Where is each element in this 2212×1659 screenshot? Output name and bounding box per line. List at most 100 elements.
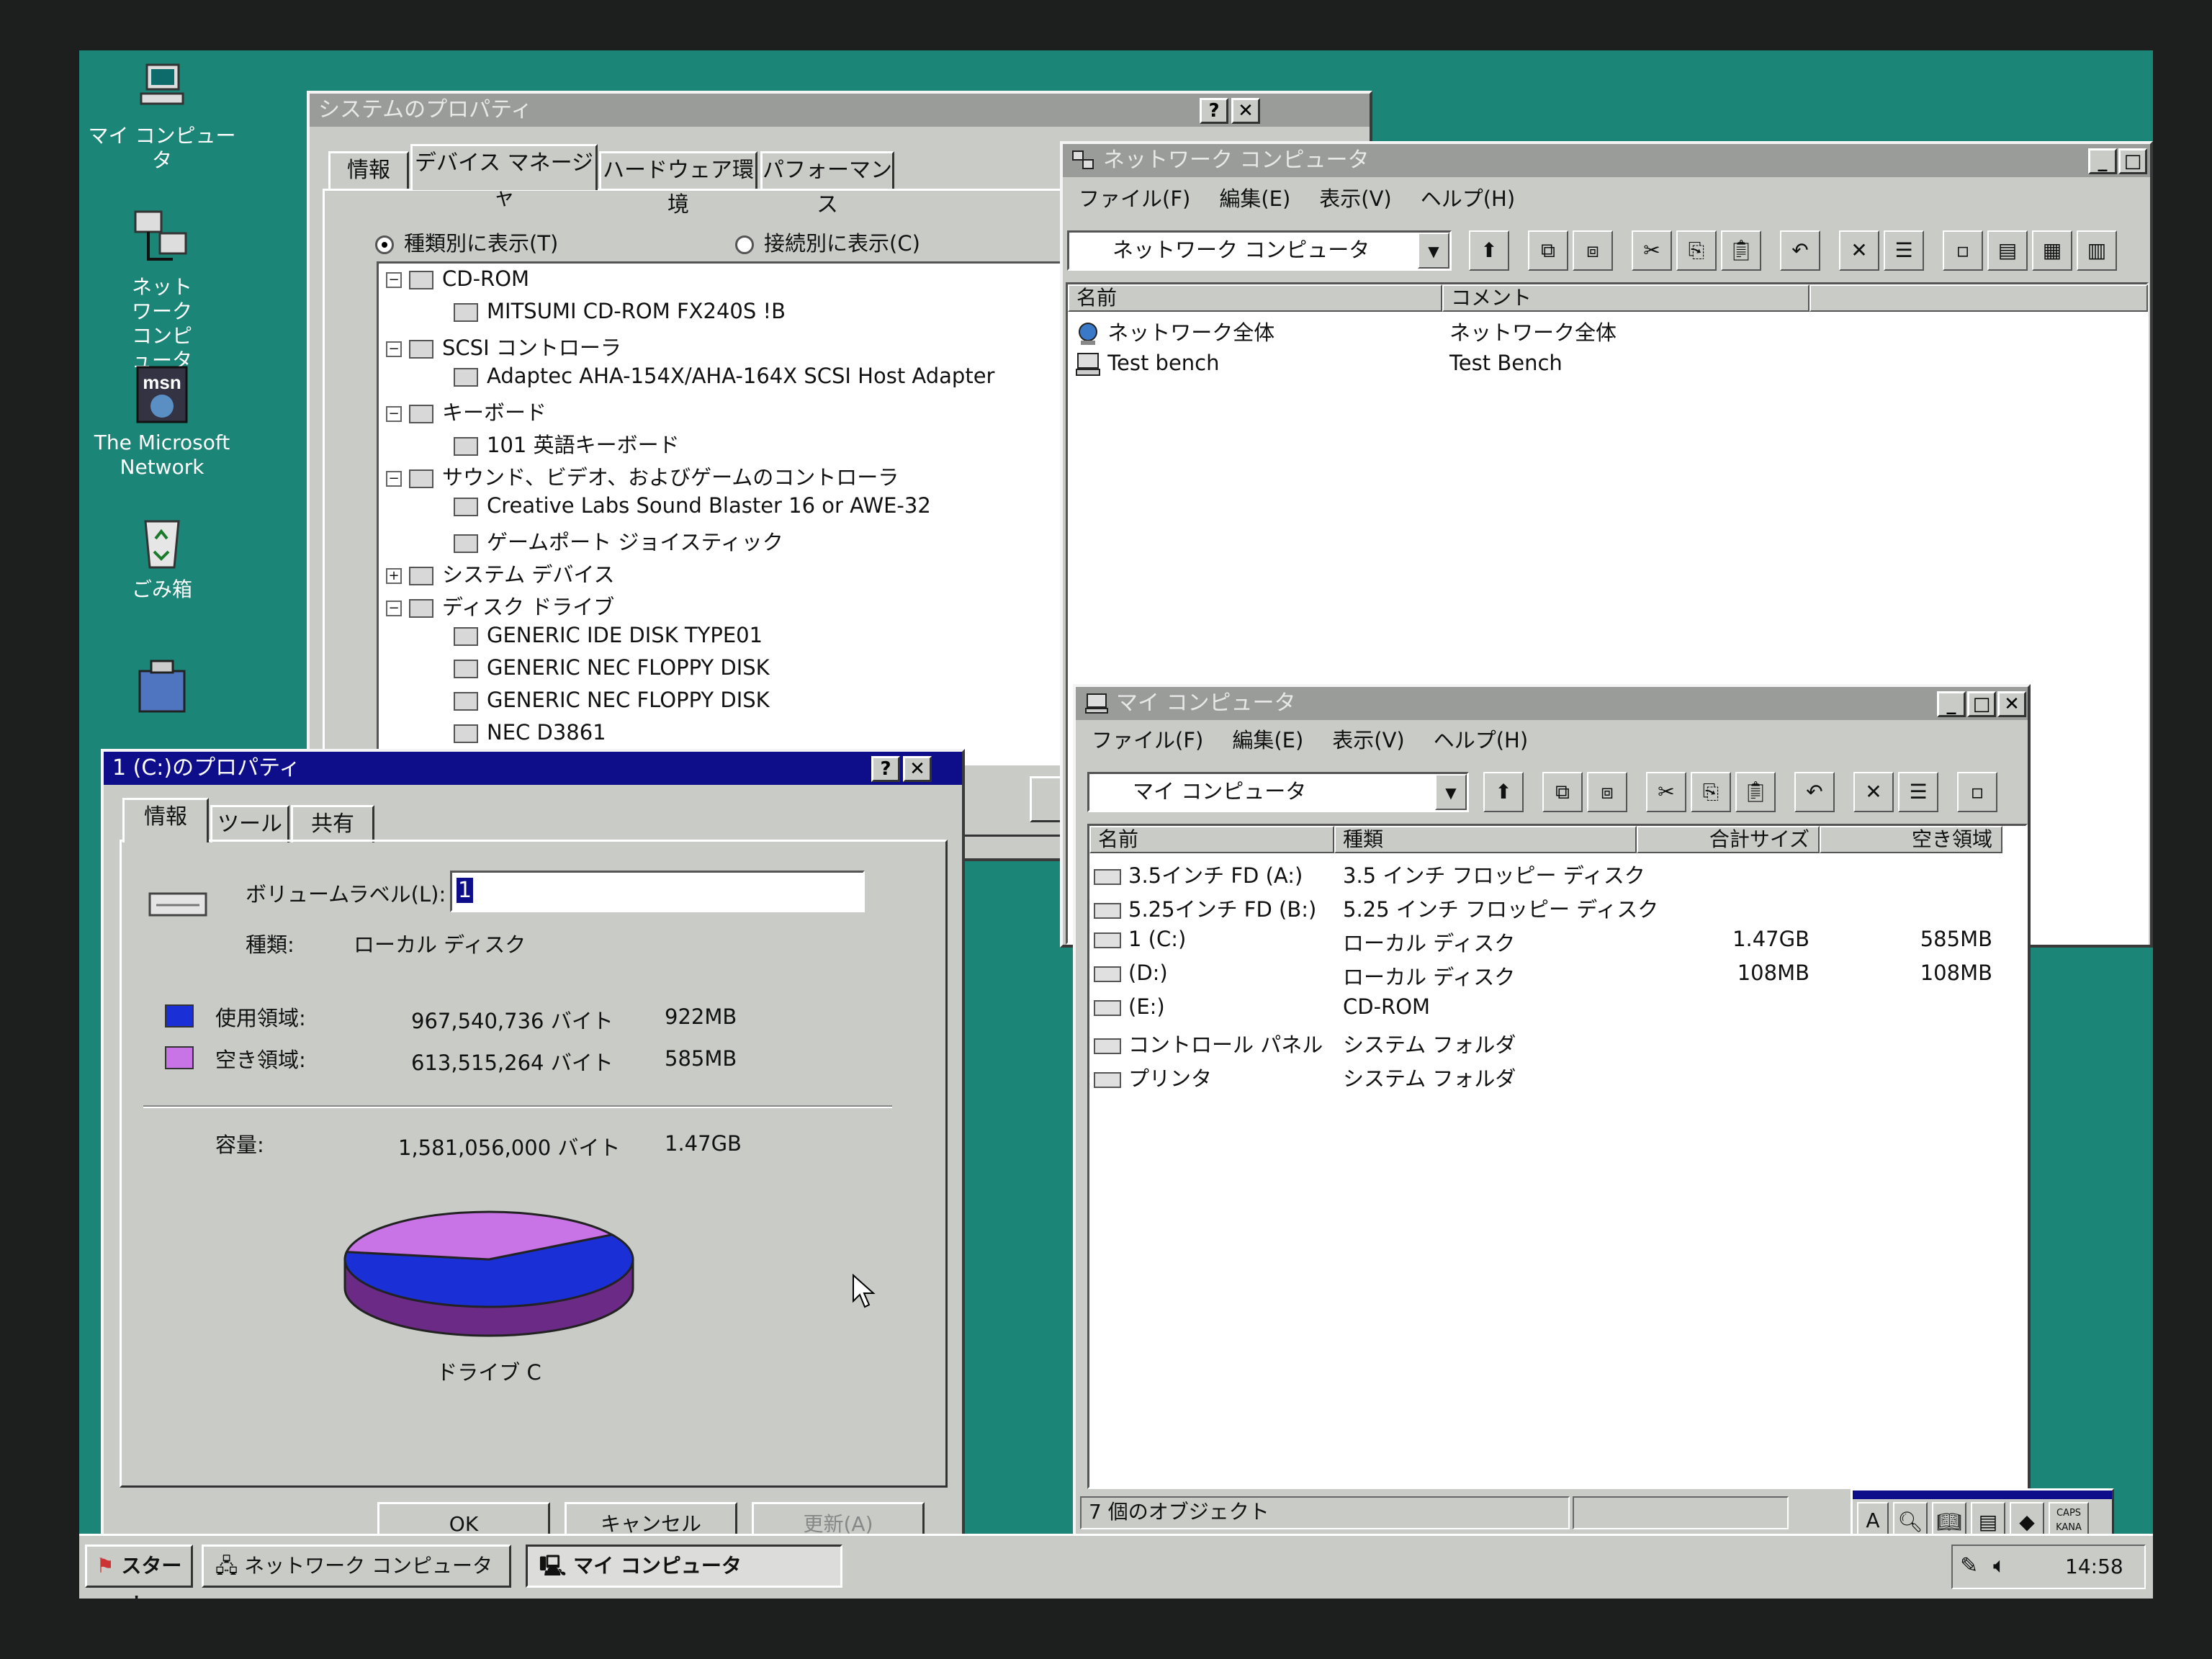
delete-icon[interactable]: ✕ [1839, 230, 1879, 271]
tree-category[interactable]: − CD-ROM [386, 266, 529, 291]
tab-info[interactable]: 情報 [328, 151, 409, 189]
list-icon[interactable]: ▦ [2032, 230, 2072, 271]
tree-device[interactable]: GENERIC NEC FLOPPY DISK [454, 655, 770, 680]
menu-view[interactable]: 表示(V) [1332, 724, 1404, 756]
paste-icon[interactable]: 📋︎ [1721, 230, 1761, 271]
properties-icon[interactable]: ☰ [1898, 772, 1938, 812]
menu-help[interactable]: ヘルプ(H) [1434, 724, 1528, 756]
address-combo[interactable]: マイ コンピュータ ▼ [1087, 772, 1469, 812]
task-my-computer[interactable]: 🖳︎ マイ コンピュータ [526, 1545, 842, 1588]
menu-file[interactable]: ファイル(F) [1092, 724, 1203, 756]
tree-device[interactable]: Creative Labs Sound Blaster 16 or AWE-32 [454, 493, 931, 518]
column-header-free[interactable]: 空き領域 [1820, 826, 2002, 853]
collapse-icon[interactable]: − [386, 406, 402, 422]
drive-item[interactable]: (E:) [1094, 994, 1165, 1019]
chevron-down-icon[interactable]: ▼ [1418, 233, 1449, 269]
copy-icon[interactable]: ⎘ [1676, 230, 1717, 271]
radio-by-connection[interactable]: 接続別に表示(C) [735, 227, 920, 257]
properties-icon[interactable]: ☰ [1884, 230, 1924, 271]
delete-icon[interactable]: ✕ [1853, 772, 1894, 812]
maximize-button[interactable]: □ [2118, 148, 2147, 174]
drive-item[interactable]: コントロール パネル [1094, 1028, 1323, 1058]
drive-item[interactable]: (D:) [1094, 961, 1168, 985]
tab-info[interactable]: 情報 [122, 798, 209, 842]
details-icon[interactable]: ▥ [2077, 230, 2117, 271]
close-button[interactable]: ✕ [1997, 691, 2026, 717]
minimize-button[interactable]: _ [2088, 148, 2117, 174]
undo-icon[interactable]: ↶ [1780, 230, 1820, 271]
tree-device[interactable]: NEC D3861 [454, 720, 606, 745]
tree-category[interactable]: − サウンド、ビデオ、およびゲームのコントローラ [386, 461, 899, 491]
tab-performance[interactable]: パフォーマンス [760, 151, 894, 217]
volume-label-input[interactable]: 1 [450, 871, 865, 912]
column-header-name[interactable]: 名前 [1089, 826, 1334, 853]
collapse-icon[interactable]: − [386, 341, 402, 357]
undo-icon[interactable]: ↶ [1794, 772, 1835, 812]
disconnect-drive-icon[interactable]: ⧈ [1587, 772, 1627, 812]
desktop-icon-msn[interactable]: msn The Microsoft Network [79, 364, 245, 480]
desktop-icon-recycle-bin[interactable]: ごみ箱 [79, 511, 245, 602]
tree-category[interactable]: − SCSI コントローラ [386, 331, 621, 361]
collapse-icon[interactable]: − [386, 601, 402, 616]
collapse-icon[interactable]: − [386, 272, 402, 288]
paste-icon[interactable]: 📋︎ [1735, 772, 1776, 812]
large-icons-icon[interactable]: ▫ [1943, 230, 1983, 271]
address-combo[interactable]: ネットワーク コンピュータ ▼ [1067, 230, 1452, 271]
my-computer-titlebar[interactable]: マイ コンピュータ [1076, 687, 2028, 720]
cut-icon[interactable]: ✂ [1632, 230, 1672, 271]
copy-icon[interactable]: ⎘ [1691, 772, 1731, 812]
tree-device[interactable]: GENERIC NEC FLOPPY DISK [454, 688, 770, 712]
column-header-total[interactable]: 合計サイズ [1637, 826, 1820, 853]
menu-edit[interactable]: 編集(E) [1219, 183, 1290, 215]
chevron-down-icon[interactable]: ▼ [1435, 774, 1467, 810]
drive-item[interactable]: 1 (C:) [1094, 927, 1186, 951]
help-button[interactable]: ? [871, 756, 900, 782]
drive-item[interactable]: 5.25インチ FD (B:) [1094, 893, 1316, 923]
tree-device[interactable]: MITSUMI CD-ROM FX240S !B [454, 299, 786, 323]
list-item[interactable]: Test bench [1075, 351, 1220, 377]
map-drive-icon[interactable]: ⧉ [1528, 230, 1568, 271]
up-folder-icon[interactable]: ⬆ [1469, 230, 1509, 271]
column-header-comment[interactable]: コメント [1442, 284, 1809, 312]
tab-hardware-profiles[interactable]: ハードウェア環境 [599, 151, 757, 217]
clock[interactable]: 14:58 [2065, 1555, 2123, 1578]
collapse-icon[interactable]: − [386, 471, 402, 487]
help-button[interactable]: ? [1200, 98, 1228, 124]
large-icons-icon[interactable]: ▫ [1957, 772, 1997, 812]
desktop-icon-my-computer[interactable]: マイ コンピュータ [79, 60, 245, 173]
column-header-name[interactable]: 名前 [1068, 284, 1442, 312]
start-button[interactable]: ⚑ スタート [85, 1545, 193, 1599]
tree-category[interactable]: + システム デバイス [386, 558, 614, 588]
small-icons-icon[interactable]: ▤ [1987, 230, 2028, 271]
maximize-button[interactable]: □ [1967, 691, 1996, 717]
tree-device[interactable]: 101 英語キーボード [454, 428, 680, 459]
radio-by-type[interactable]: 種類別に表示(T) [375, 227, 558, 257]
pen-icon[interactable]: ✎ [1960, 1553, 1978, 1578]
disconnect-drive-icon[interactable]: ⧈ [1573, 230, 1613, 271]
speaker-icon[interactable]: 🔈︎ [1993, 1553, 2006, 1578]
cut-icon[interactable]: ✂ [1646, 772, 1686, 812]
close-button[interactable]: ✕ [1231, 98, 1260, 124]
expand-icon[interactable]: + [386, 568, 402, 584]
task-network-computer[interactable]: 🖧︎ ネットワーク コンピュータ [202, 1545, 511, 1588]
minimize-button[interactable]: _ [1937, 691, 1966, 717]
list-item[interactable]: ネットワーク全体 [1075, 316, 1274, 346]
tree-category[interactable]: − キーボード [386, 396, 547, 426]
menu-view[interactable]: 表示(V) [1319, 183, 1391, 215]
up-folder-icon[interactable]: ⬆ [1483, 772, 1524, 812]
desktop-icon-network[interactable]: ネットワーク コンピュータ [79, 209, 245, 373]
drive-list[interactable]: 名前 種類 合計サイズ 空き領域 3.5インチ FD (A:) 3.5 インチ フ… [1087, 824, 2028, 1489]
desktop-icon-briefcase[interactable] [79, 655, 245, 726]
tree-device[interactable]: GENERIC IDE DISK TYPE01 [454, 623, 763, 647]
network-titlebar[interactable]: ネットワーク コンピュータ [1063, 144, 2150, 177]
menu-edit[interactable]: 編集(E) [1232, 724, 1303, 756]
map-drive-icon[interactable]: ⧉ [1542, 772, 1583, 812]
tree-device[interactable]: Adaptec AHA-154X/AHA-164X SCSI Host Adap… [454, 364, 994, 388]
drive-item[interactable]: 3.5インチ FD (A:) [1094, 859, 1303, 889]
tab-device-manager[interactable]: デバイス マネージャ [410, 144, 598, 210]
menu-help[interactable]: ヘルプ(H) [1421, 183, 1515, 215]
disk-properties-titlebar[interactable]: 1 (C:)のプロパティ [104, 752, 962, 785]
tab-tools[interactable]: ツール [210, 805, 289, 842]
tab-sharing[interactable]: 共有 [291, 805, 374, 842]
tree-category[interactable]: − ディスク ドライブ [386, 590, 614, 621]
